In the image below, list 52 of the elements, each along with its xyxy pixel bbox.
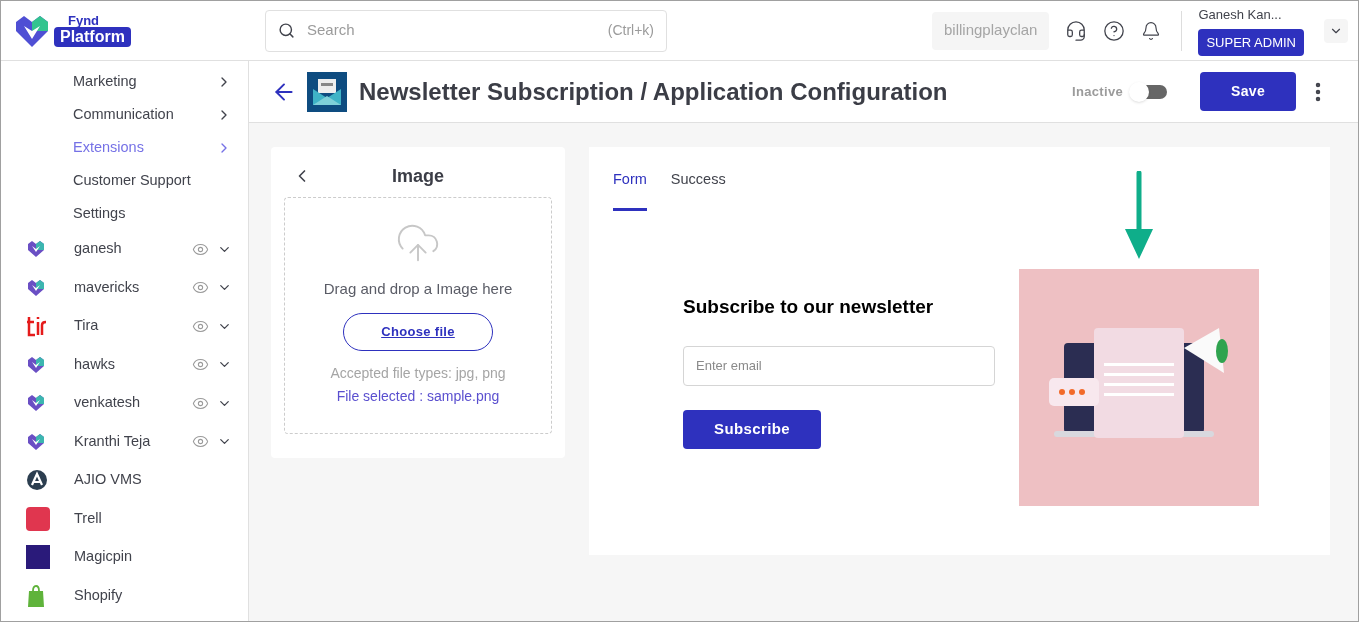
heart-logo-icon [26, 277, 46, 298]
envelope-icon [307, 71, 347, 112]
sidebar-store-item[interactable]: Kranthi Teja [1, 422, 248, 461]
logo-label: Platform [54, 27, 131, 47]
square-logo-icon [26, 545, 50, 570]
preview-tab[interactable]: Success [670, 147, 726, 211]
help-icon[interactable] [1103, 19, 1126, 42]
panel-title: Image [391, 164, 445, 188]
logo-text: Fynd [67, 14, 101, 27]
sidebar-store-item[interactable]: hawks [1, 345, 248, 384]
sidebar-store-item[interactable]: Shopify [1, 576, 248, 615]
heart-logo-icon [26, 393, 46, 414]
account-dropdown-button[interactable] [1324, 18, 1348, 43]
selected-file-text: File selected : sample.png [336, 386, 500, 406]
accepted-types-text: Accepted file types: jpg, png [330, 363, 506, 383]
sidebar-menu-item[interactable]: Settings [1, 197, 248, 230]
sidebar-store-item[interactable]: ganesh [1, 230, 248, 269]
circle-a-logo-icon [26, 469, 48, 492]
sidebar-menu-item[interactable]: Extensions [1, 131, 248, 164]
search-icon [278, 22, 295, 39]
search-input[interactable]: Search [307, 19, 596, 42]
role-badge: SUPER ADMIN [1198, 28, 1304, 56]
heart-logo-icon [26, 354, 46, 375]
save-button[interactable]: Save [1200, 72, 1296, 111]
sidebar-store-item[interactable]: AJIO VMS [1, 461, 248, 500]
rounded-square-logo-icon [26, 506, 50, 531]
email-field[interactable]: Enter email [683, 345, 995, 386]
shortcut-hint: (Ctrl+k) [607, 21, 654, 40]
preview-tab[interactable]: Form [613, 147, 647, 211]
heart-logo-icon [26, 431, 46, 452]
notification-icon[interactable] [1141, 20, 1162, 41]
user-name: Ganesh Kan... [1198, 6, 1283, 24]
heart-logo-icon [26, 239, 46, 260]
support-agent-icon[interactable] [1065, 19, 1088, 42]
sidebar-store-item[interactable]: Tira [1, 307, 248, 346]
shopping-bag-logo-icon [26, 584, 46, 607]
sidebar-menu-item[interactable]: Communication [1, 98, 248, 131]
diamond-heart-logo-icon [14, 13, 50, 48]
sidebar-store-item[interactable]: venkatesh [1, 384, 248, 423]
sidebar-store-item[interactable]: mavericks [1, 268, 248, 307]
status-label: Inactive [1072, 82, 1123, 101]
subscribe-button[interactable]: Subscribe [683, 409, 821, 449]
page-title: Newsletter Subscription / Application Configuration [359, 76, 949, 107]
sidebar-store-item[interactable]: Trell [1, 499, 248, 538]
sidebar-menu-item[interactable]: Customer Support [1, 164, 248, 197]
sidebar-menu-item[interactable]: Marketing [1, 65, 248, 98]
drop-zone[interactable]: Drag and drop a Image here Choose file Accepted file types: jpg, png File selected : sample.png [284, 197, 552, 434]
newsletter-heading: Subscribe to our newsletter [683, 295, 935, 319]
drop-text: Drag and drop a Image here [323, 279, 513, 299]
sidebar-store-item[interactable]: Magicpin [1, 538, 248, 577]
down-arrow-icon [1123, 171, 1155, 261]
status-toggle[interactable] [1131, 84, 1167, 99]
